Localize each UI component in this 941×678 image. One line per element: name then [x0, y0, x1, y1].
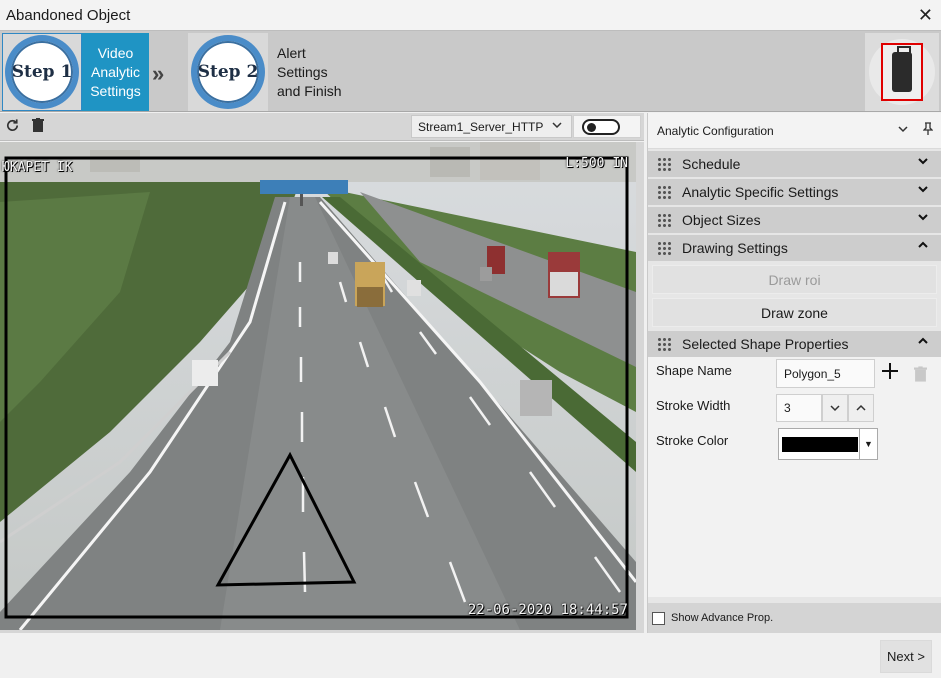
show-advance-checkbox[interactable] — [652, 611, 665, 625]
section-schedule[interactable]: Schedule — [648, 151, 941, 177]
overlay-toggle[interactable] — [582, 119, 620, 135]
step-1-badge-text: Step 1 — [11, 62, 73, 82]
show-advance-prop-row[interactable]: Show Advance Prop. — [648, 603, 941, 633]
stroke-width-increment-button[interactable] — [848, 394, 874, 422]
section-label: Analytic Specific Settings — [682, 184, 839, 200]
close-icon[interactable]: ✕ — [918, 6, 933, 24]
drag-handle-icon[interactable] — [657, 337, 671, 351]
section-drawing-settings[interactable]: Drawing Settings — [648, 235, 941, 261]
chevron-down-icon — [830, 405, 840, 412]
step-2-label[interactable]: Alert Settings and Finish — [268, 33, 348, 111]
trash-icon[interactable] — [914, 362, 927, 388]
chevron-down-icon — [917, 155, 929, 170]
step-2-badge-text: Step 2 — [197, 62, 259, 82]
drag-handle-icon[interactable] — [657, 157, 671, 171]
video-scroll-gutter — [636, 142, 644, 630]
section-label: Object Sizes — [682, 212, 761, 228]
stream-select-value: Stream1_Server_HTTP — [418, 119, 544, 134]
video-preview[interactable]: ЮКАРЕТ ІК L:500 IN 22-06-2020 18:44:57 — [0, 142, 636, 630]
draw-roi-button[interactable]: Draw roi — [652, 265, 937, 294]
section-label: Drawing Settings — [682, 240, 788, 256]
section-analytic-specific-settings[interactable]: Analytic Specific Settings — [648, 179, 941, 205]
drag-handle-icon[interactable] — [657, 241, 671, 255]
title-bar: Abandoned Object ✕ — [0, 0, 941, 30]
video-toolbar: Stream1_Server_HTTP — [0, 113, 644, 141]
show-advance-label: Show Advance Prop. — [671, 612, 774, 624]
stroke-color-picker[interactable]: ▼ — [778, 428, 878, 460]
drag-handle-icon[interactable] — [657, 213, 671, 227]
detection-box — [881, 43, 923, 101]
step-2-badge[interactable]: Step 2 — [188, 33, 268, 111]
section-object-sizes[interactable]: Object Sizes — [648, 207, 941, 233]
overlay-toggle-container — [573, 115, 641, 138]
camera-info-overlay: L:500 IN — [565, 156, 628, 171]
chevron-down-icon[interactable] — [897, 123, 909, 138]
chevron-up-icon — [917, 239, 929, 254]
stroke-color-swatch — [782, 437, 858, 452]
chevron-down-icon — [551, 119, 563, 134]
panel-title: Analytic Configuration — [657, 123, 774, 138]
section-selected-shape-properties[interactable]: Selected Shape Properties — [648, 331, 941, 357]
stroke-width-field[interactable]: 3 — [776, 394, 822, 422]
drag-handle-icon[interactable] — [657, 185, 671, 199]
stroke-color-label: Stroke Color — [656, 433, 729, 448]
suitcase-icon — [892, 46, 912, 92]
shape-name-field[interactable]: Polygon_5 — [776, 359, 875, 388]
stroke-width-label: Stroke Width — [656, 398, 731, 413]
camera-frame — [0, 142, 636, 630]
caret-down-icon: ▼ — [859, 429, 877, 459]
chevron-up-icon — [917, 335, 929, 350]
pin-icon[interactable] — [922, 122, 934, 138]
draw-zone-button[interactable]: Draw zone — [652, 298, 937, 327]
chevron-down-icon — [917, 211, 929, 226]
add-icon[interactable] — [881, 360, 899, 386]
wizard-stepper: Step 1 Video Analytic Settings » Step 2 … — [0, 30, 941, 112]
step-1-label[interactable]: Video Analytic Settings — [82, 33, 149, 111]
shape-name-label: Shape Name — [656, 363, 732, 378]
stroke-width-decrement-button[interactable] — [822, 394, 848, 422]
chevron-down-icon — [917, 183, 929, 198]
next-button[interactable]: Next > — [880, 640, 932, 673]
shape-properties-form: Shape Name Polygon_5 Stroke Width 3 Stro… — [648, 357, 941, 597]
step-1-badge[interactable]: Step 1 — [2, 33, 82, 111]
camera-name-overlay: ЮКАРЕТ ІК — [2, 160, 73, 175]
stroke-width-value: 3 — [784, 401, 791, 415]
step-separator-icon: » — [152, 61, 165, 86]
timestamp-overlay: 22-06-2020 18:44:57 — [467, 602, 628, 618]
section-label: Selected Shape Properties — [682, 336, 849, 352]
panel-header: Analytic Configuration — [648, 113, 941, 149]
window-title: Abandoned Object — [6, 6, 131, 24]
section-label: Schedule — [682, 156, 741, 172]
refresh-icon[interactable] — [5, 118, 20, 137]
wizard-footer: Next > — [0, 633, 941, 678]
stream-select[interactable]: Stream1_Server_HTTP — [411, 115, 572, 138]
trash-icon[interactable] — [32, 118, 44, 136]
analytic-preview-thumbnail — [865, 33, 939, 111]
analytic-configuration-panel: Analytic Configuration Schedule Analytic… — [647, 113, 941, 633]
chevron-up-icon — [856, 404, 866, 411]
shape-name-value: Polygon_5 — [784, 366, 841, 381]
